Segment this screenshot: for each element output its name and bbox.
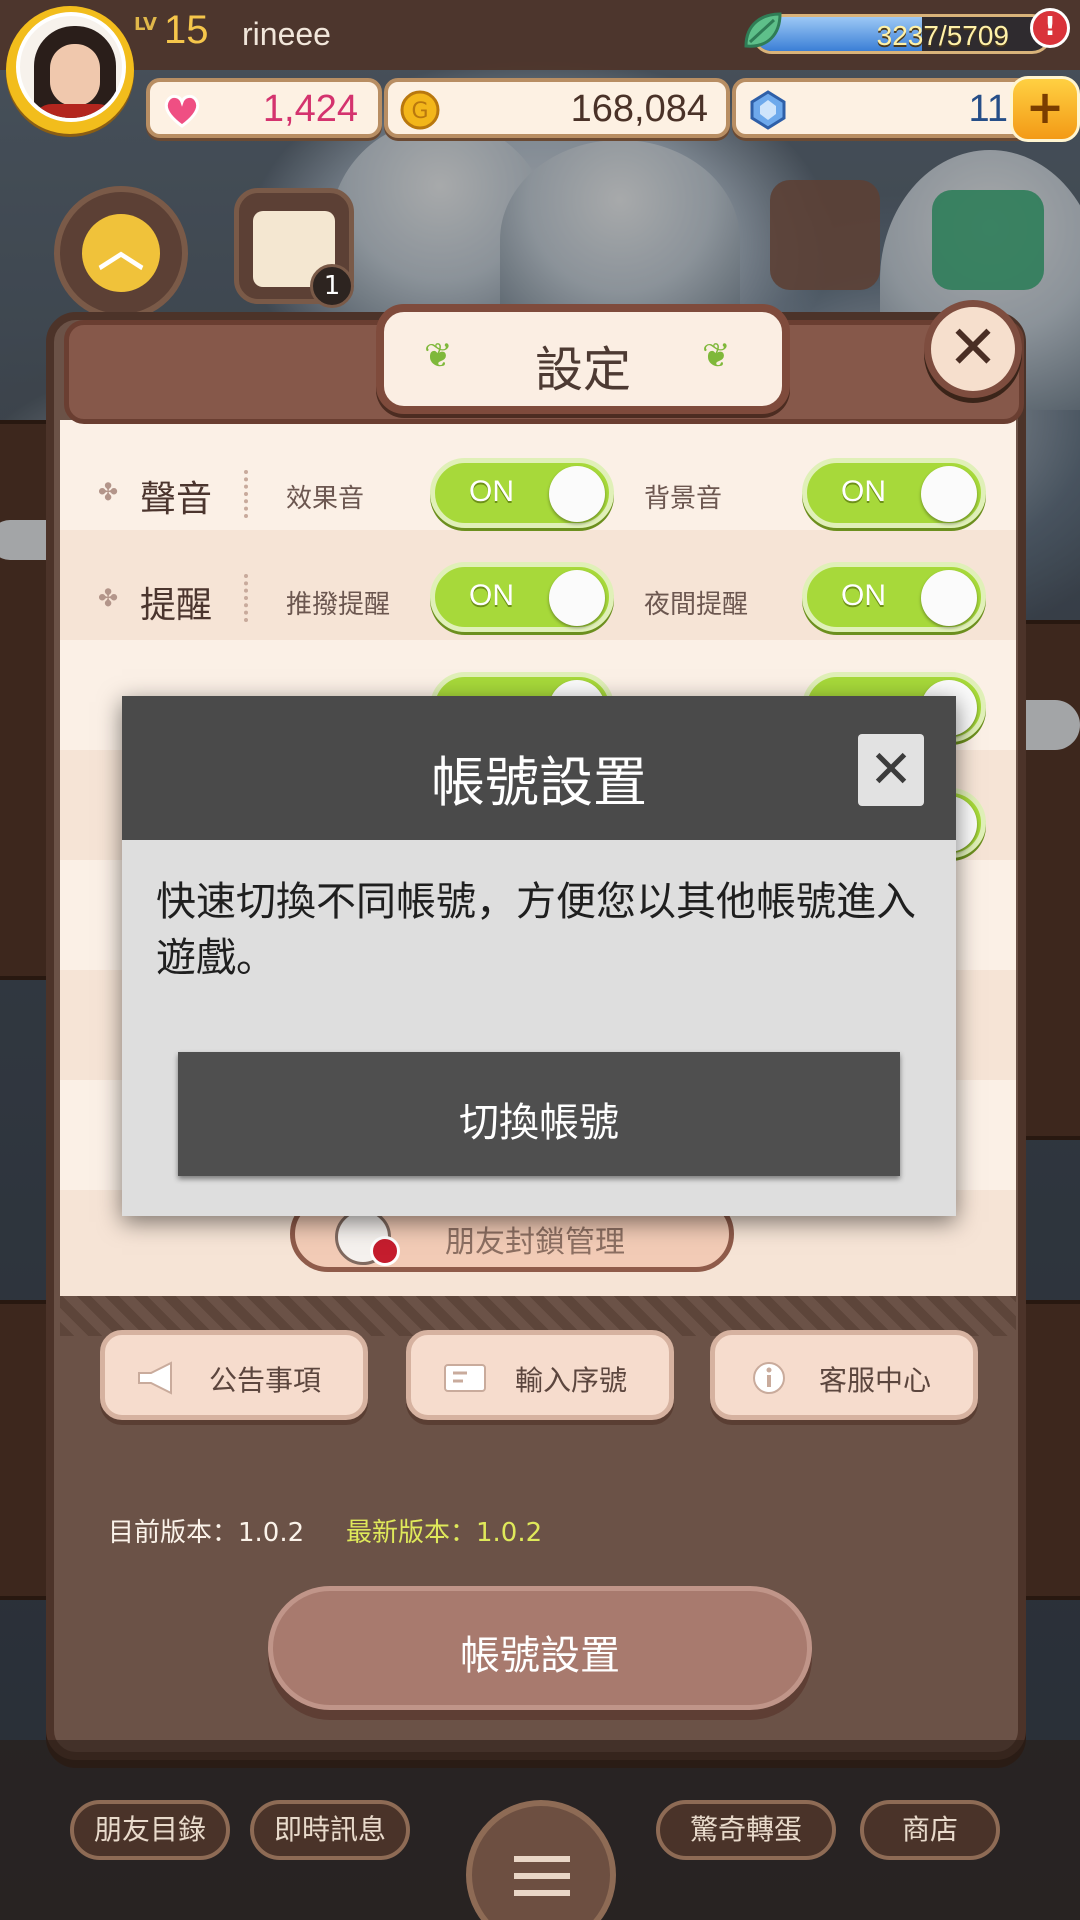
customer-service-button[interactable]: 客服中心 (710, 1330, 978, 1420)
calendar-badge: 1 (310, 264, 354, 308)
gems-counter: 11 (732, 78, 1032, 138)
dialog-header: 帳號設置 ✕ (122, 696, 956, 840)
toggle-knob (921, 570, 977, 626)
gold-value: 168,084 (570, 88, 708, 130)
coin-icon: G (400, 90, 440, 130)
bgm-toggle[interactable]: ON (802, 458, 986, 528)
push-reminder-label: 推撥提醒 (286, 590, 391, 620)
hearts-value: 1,424 (262, 88, 358, 130)
close-settings-button[interactable]: ✕ (924, 300, 1022, 398)
dialog-message: 快速切換不同帳號，方便您以其他帳號進入遊戲。 (156, 879, 916, 981)
serial-code-button[interactable]: 輸入序號 (406, 1330, 674, 1420)
current-version: 目前版本：1.0.2 (108, 1518, 305, 1548)
panel-title-plaque: ❦ 設定 ❦ (376, 304, 790, 414)
row-label-sound: 聲音 (140, 479, 213, 520)
gems-value: 11 (968, 88, 1008, 130)
account-dialog: 帳號設置 ✕ 快速切換不同帳號，方便您以其他帳號進入遊戲。 切換帳號 (122, 696, 956, 1216)
switch-account-label: 切換帳號 (459, 1100, 619, 1146)
switch-account-button[interactable]: 切換帳號 (178, 1052, 900, 1176)
username: rineee (242, 16, 331, 52)
leaf-icon (744, 12, 782, 48)
toggle-knob (549, 570, 605, 626)
customer-service-label: 客服中心 (819, 1364, 932, 1397)
energy-bar: 3237/5709 (752, 14, 1052, 54)
level-label: LV (134, 14, 157, 35)
expand-button[interactable]: ︿ (54, 186, 188, 320)
flower-icon: ✤ (98, 584, 119, 612)
divider (244, 574, 248, 622)
dialog-title: 帳號設置 (431, 751, 647, 814)
serial-code-label: 輸入序號 (515, 1364, 628, 1397)
announcements-button[interactable]: 公告事項 (100, 1330, 368, 1420)
close-dialog-button[interactable]: ✕ (858, 734, 924, 806)
add-currency-button[interactable]: + (1010, 76, 1080, 142)
gem-icon (750, 90, 786, 130)
alert-icon[interactable]: ! (1030, 8, 1070, 48)
chevron-up-icon: ︿ (82, 214, 160, 292)
level-number: 15 (164, 8, 209, 52)
toggle-state: ON (469, 475, 514, 508)
heart-icon (164, 94, 200, 128)
toggle-state: ON (841, 579, 886, 612)
divider (244, 470, 248, 518)
row-label-reminders: 提醒 (140, 585, 213, 626)
decorate-button[interactable] (770, 180, 880, 290)
avatar[interactable] (16, 12, 126, 122)
toggle-state: ON (841, 475, 886, 508)
energy-text: 3237/5709 (876, 20, 1009, 51)
ticket-icon (444, 1364, 486, 1392)
svg-text:G: G (411, 99, 428, 124)
latest-version: 最新版本：1.0.2 (346, 1518, 543, 1548)
chef-icon (335, 1209, 400, 1266)
bgm-label: 背景音 (644, 484, 723, 514)
account-settings-button[interactable]: 帳號設置 (268, 1586, 812, 1710)
night-reminder-label: 夜間提醒 (644, 590, 749, 620)
nav-friends[interactable]: 朋友目錄 (70, 1800, 230, 1860)
flower-icon: ✤ (98, 478, 119, 506)
toggle-state: ON (469, 579, 514, 612)
night-reminder-toggle[interactable]: ON (802, 562, 986, 632)
nav-shop[interactable]: 商店 (860, 1800, 1000, 1860)
block-icon (370, 1236, 400, 1266)
storage-box-button[interactable] (932, 190, 1044, 290)
sprig-icon: ❦ (702, 336, 731, 376)
sound-effects-toggle[interactable]: ON (430, 458, 614, 528)
toggle-knob (921, 466, 977, 522)
nav-messages[interactable]: 即時訊息 (250, 1800, 410, 1860)
announcements-label: 公告事項 (209, 1364, 322, 1397)
sound-effects-label: 效果音 (286, 484, 365, 514)
megaphone-icon (138, 1361, 172, 1395)
menu-icon (514, 1856, 570, 1896)
top-hud: LV 15 rineee 3237/5709 ! 1,424 G 168,084… (0, 0, 1080, 142)
hearts-counter: 1,424 (146, 78, 382, 138)
toggle-knob (549, 466, 605, 522)
push-reminder-toggle[interactable]: ON (430, 562, 614, 632)
info-icon (753, 1362, 785, 1394)
friend-block-label: 朋友封鎖管理 (445, 1225, 625, 1260)
gold-counter: G 168,084 (384, 78, 730, 138)
nav-gacha[interactable]: 驚奇轉蛋 (656, 1800, 836, 1860)
account-settings-label: 帳號設置 (460, 1633, 620, 1679)
